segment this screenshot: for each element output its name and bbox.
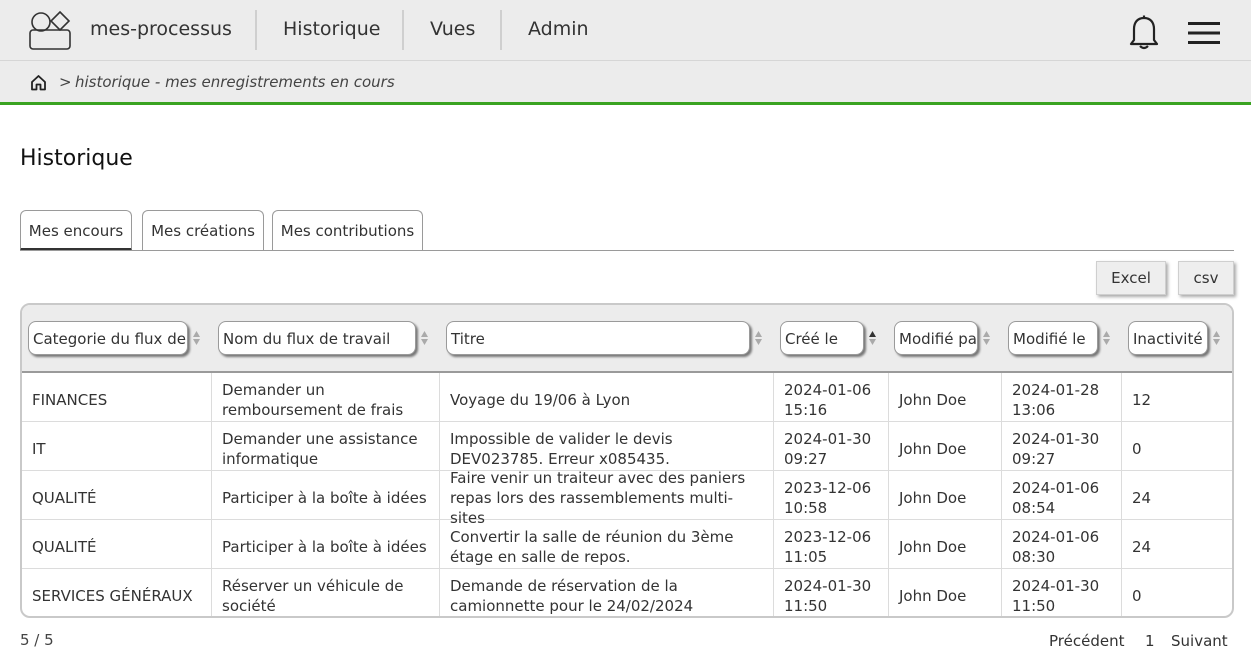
- top-navigation-bar: mes-processus Historique Vues Admin: [0, 0, 1251, 61]
- table-row[interactable]: QUALITÉ Participer à la boîte à idées Fa…: [22, 469, 1232, 527]
- export-csv-button[interactable]: csv: [1178, 261, 1234, 295]
- cell-flux: Demander un remboursement de frais: [212, 373, 440, 422]
- pagination-next[interactable]: Suivant: [1171, 632, 1228, 650]
- cell-flux: Participer à la boîte à idées: [212, 520, 440, 569]
- pagination-page-1[interactable]: 1: [1145, 632, 1155, 650]
- breadcrumb: > historique - mes enregistrements en co…: [0, 61, 1251, 105]
- breadcrumb-separator: >: [59, 73, 72, 91]
- cell-cree-le: 2024-01-30 11:50: [774, 569, 889, 616]
- nav-item-historique[interactable]: Historique: [283, 18, 380, 40]
- table-row[interactable]: FINANCES Demander un remboursement de fr…: [22, 373, 1232, 422]
- cell-modifie-par: John Doe: [889, 520, 1002, 569]
- cell-modifie-par: John Doe: [889, 471, 1002, 520]
- nav-item-vues[interactable]: Vues: [430, 18, 475, 40]
- cell-modifie-par: John Doe: [889, 422, 1002, 471]
- cell-cree-le: 2023-12-06 11:05: [774, 520, 889, 569]
- app-logo-icon[interactable]: [28, 10, 72, 52]
- cell-cree-le: 2024-01-30 09:27: [774, 422, 889, 471]
- cell-categorie: FINANCES: [22, 373, 212, 422]
- bell-icon[interactable]: [1128, 15, 1160, 51]
- sort-ascending-icon[interactable]: [868, 329, 877, 347]
- filter-categorie-input[interactable]: Categorie du flux de: [28, 321, 188, 355]
- records-table: Categorie du flux de Nom du flux de trav…: [20, 303, 1234, 618]
- filter-modifie-par-input[interactable]: Modifié pa: [894, 321, 978, 355]
- cell-inactivite: 24: [1132, 489, 1152, 507]
- cell-flux: Réserver un véhicule de société: [212, 569, 440, 616]
- record-count: 5 / 5: [20, 631, 54, 649]
- nav-divider: [500, 10, 502, 50]
- sort-icon[interactable]: [192, 329, 201, 347]
- filter-titre-input[interactable]: Titre: [446, 321, 750, 355]
- sort-icon[interactable]: [754, 329, 763, 347]
- sort-icon[interactable]: [982, 329, 991, 347]
- pagination-previous[interactable]: Précédent: [1049, 632, 1124, 650]
- cell-titre: Demande de réservation de la camionnette…: [440, 569, 774, 616]
- export-excel-button[interactable]: Excel: [1096, 261, 1166, 295]
- cell-modifie-le: 2024-01-06 08:30: [1002, 520, 1122, 569]
- table-header: Categorie du flux de Nom du flux de trav…: [22, 305, 1232, 373]
- cell-categorie: QUALITÉ: [22, 520, 212, 569]
- cell-titre: Voyage du 19/06 à Lyon: [440, 373, 774, 422]
- cell-flux: Participer à la boîte à idées: [212, 471, 440, 520]
- filter-nom-flux-input[interactable]: Nom du flux de travail: [218, 321, 416, 355]
- cell-titre: Impossible de valider le devis DEV023785…: [440, 422, 774, 471]
- filter-inactivite-input[interactable]: Inactivité: [1128, 321, 1208, 355]
- cell-modifie-par: John Doe: [889, 373, 1002, 422]
- tab-mes-encours[interactable]: Mes encours: [20, 210, 132, 251]
- sort-icon[interactable]: [420, 329, 429, 347]
- table-row[interactable]: IT Demander une assistance informatique …: [22, 422, 1232, 471]
- cell-categorie: SERVICES GÉNÉRAUX: [22, 569, 212, 616]
- cell-categorie: QUALITÉ: [22, 471, 212, 520]
- cell-modifie-par: John Doe: [889, 569, 1002, 616]
- filter-modifie-le-input[interactable]: Modifié le: [1008, 321, 1098, 355]
- cell-inactivite: 0: [1132, 587, 1142, 605]
- cell-modifie-le: 2024-01-28 13:06: [1002, 373, 1122, 422]
- cell-modifie-le: 2024-01-30 09:27: [1002, 422, 1122, 471]
- nav-divider: [255, 10, 257, 50]
- filter-cree-le-input[interactable]: Créé le: [780, 321, 864, 355]
- cell-cree-le: 2024-01-06 15:16: [774, 373, 889, 422]
- home-icon[interactable]: [30, 74, 47, 91]
- cell-inactivite: 12: [1132, 391, 1152, 409]
- cell-inactivite: 24: [1132, 538, 1152, 556]
- table-row[interactable]: SERVICES GÉNÉRAUX Réserver un véhicule d…: [22, 569, 1232, 616]
- cell-titre: Faire venir un traiteur avec des paniers…: [440, 469, 774, 527]
- table-row[interactable]: QUALITÉ Participer à la boîte à idées Co…: [22, 520, 1232, 569]
- cell-titre: Convertir la salle de réunion du 3ème ét…: [440, 520, 774, 569]
- app-brand-name[interactable]: mes-processus: [90, 18, 232, 40]
- nav-item-admin[interactable]: Admin: [528, 18, 589, 40]
- breadcrumb-current: historique - mes enregistrements en cour…: [75, 73, 395, 91]
- cell-flux: Demander une assistance informatique: [212, 422, 440, 471]
- sort-icon[interactable]: [1212, 329, 1221, 347]
- page-title: Historique: [20, 146, 133, 171]
- cell-modifie-le: 2024-01-30 11:50: [1002, 569, 1122, 616]
- sort-icon[interactable]: [1102, 329, 1111, 347]
- cell-modifie-le: 2024-01-06 08:54: [1002, 471, 1122, 520]
- cell-cree-le: 2023-12-06 10:58: [774, 471, 889, 520]
- cell-inactivite: 0: [1132, 440, 1142, 458]
- nav-divider: [402, 10, 404, 50]
- hamburger-menu-icon[interactable]: [1187, 20, 1221, 46]
- tabs-divider: [20, 250, 1234, 251]
- cell-categorie: IT: [22, 422, 212, 471]
- tab-mes-creations[interactable]: Mes créations: [142, 210, 264, 250]
- tab-mes-contributions[interactable]: Mes contributions: [272, 210, 423, 250]
